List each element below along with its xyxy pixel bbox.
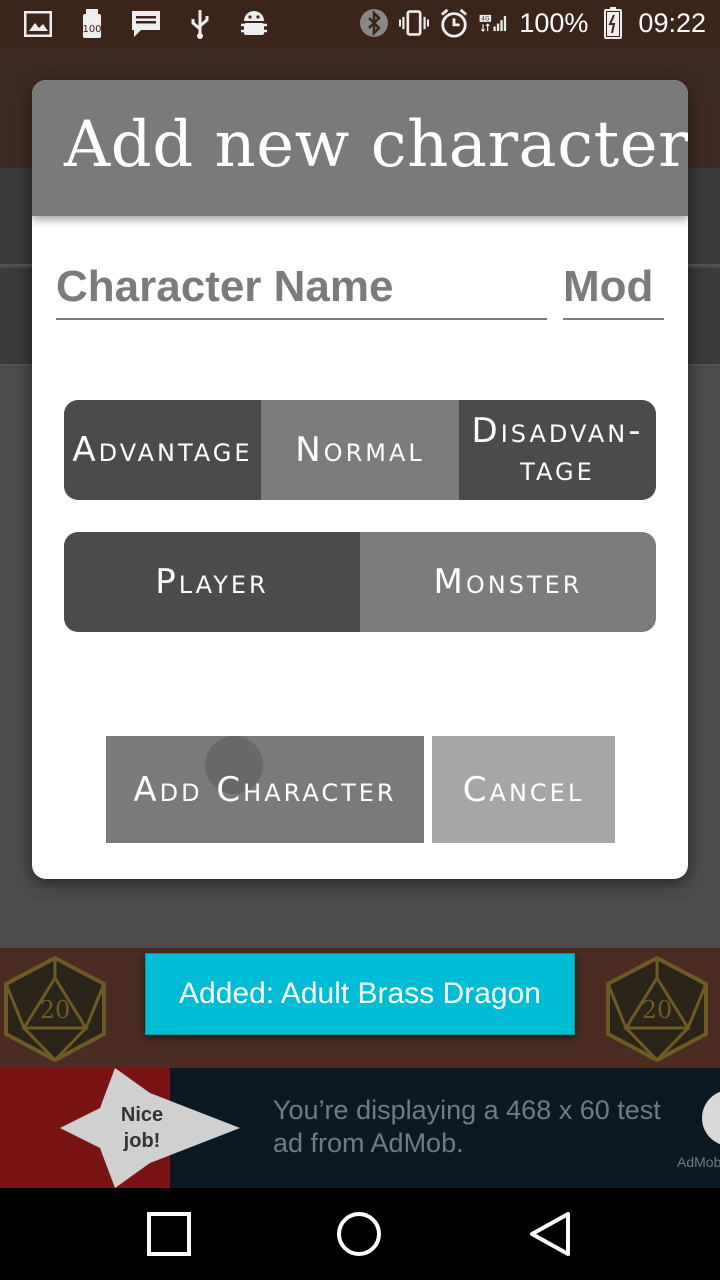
- usb-icon: [184, 8, 216, 40]
- network-4g-icon: 4G: [479, 6, 509, 40]
- add-character-label: Add Character: [133, 769, 397, 810]
- gallery-icon: [22, 8, 54, 40]
- mod-input[interactable]: [563, 256, 664, 320]
- home-icon[interactable]: [335, 1210, 383, 1258]
- ad-banner[interactable]: Nice job! You’re displaying a 468 x 60 t…: [0, 1068, 720, 1188]
- notification-icons: 100: [22, 8, 270, 40]
- monster-option[interactable]: Monster: [360, 532, 656, 632]
- clock: 09:22: [638, 7, 706, 38]
- bluetooth-icon: [359, 6, 389, 40]
- cancel-button[interactable]: Cancel: [432, 736, 615, 843]
- system-status: 4G 100% 09:22: [359, 6, 706, 40]
- alarm-icon: [439, 6, 469, 40]
- ad-message: You’re displaying a 468 x 60 test ad fro…: [273, 1095, 661, 1158]
- toast-message: Added: Adult Brass Dragon: [145, 953, 575, 1035]
- svg-text:20: 20: [642, 996, 673, 1024]
- roll-mode-selector: Advantage Normal Disadvan- tage: [64, 400, 656, 500]
- battery-icon: [598, 6, 628, 40]
- storage-icon: 100: [76, 8, 108, 40]
- normal-option[interactable]: Normal: [261, 400, 459, 500]
- svg-text:20: 20: [40, 996, 71, 1024]
- battery-percent: 100%: [519, 7, 589, 38]
- d20-icon: 20: [4, 956, 106, 1062]
- back-icon[interactable]: [526, 1210, 574, 1258]
- ad-star-text: Nice job!: [120, 1104, 164, 1152]
- character-name-input[interactable]: [56, 256, 547, 320]
- add-character-dialog: Add new character Advantage Normal Disad…: [32, 80, 688, 879]
- advantage-option[interactable]: Advantage: [64, 400, 261, 500]
- svg-text:4G: 4G: [482, 17, 490, 23]
- message-icon: [130, 8, 162, 40]
- ad-logo-icon: [702, 1090, 720, 1146]
- dialog-title: Add new character: [64, 108, 688, 182]
- vibrate-icon: [399, 6, 430, 40]
- dialog-header: Add new character: [32, 80, 688, 216]
- android-debug-icon: [238, 8, 270, 40]
- status-bar: 100 4G 100% 09:22: [0, 0, 720, 48]
- add-character-button[interactable]: Add Character: [106, 736, 424, 843]
- recents-icon[interactable]: [145, 1210, 193, 1258]
- disadvantage-option[interactable]: Disadvan- tage: [459, 400, 656, 500]
- character-type-selector: Player Monster: [64, 532, 656, 632]
- svg-text:100: 100: [82, 24, 101, 35]
- navigation-bar: [0, 1188, 720, 1280]
- player-option[interactable]: Player: [64, 532, 360, 632]
- ad-brand: AdMob: [677, 1154, 720, 1170]
- d20-icon: 20: [606, 956, 708, 1062]
